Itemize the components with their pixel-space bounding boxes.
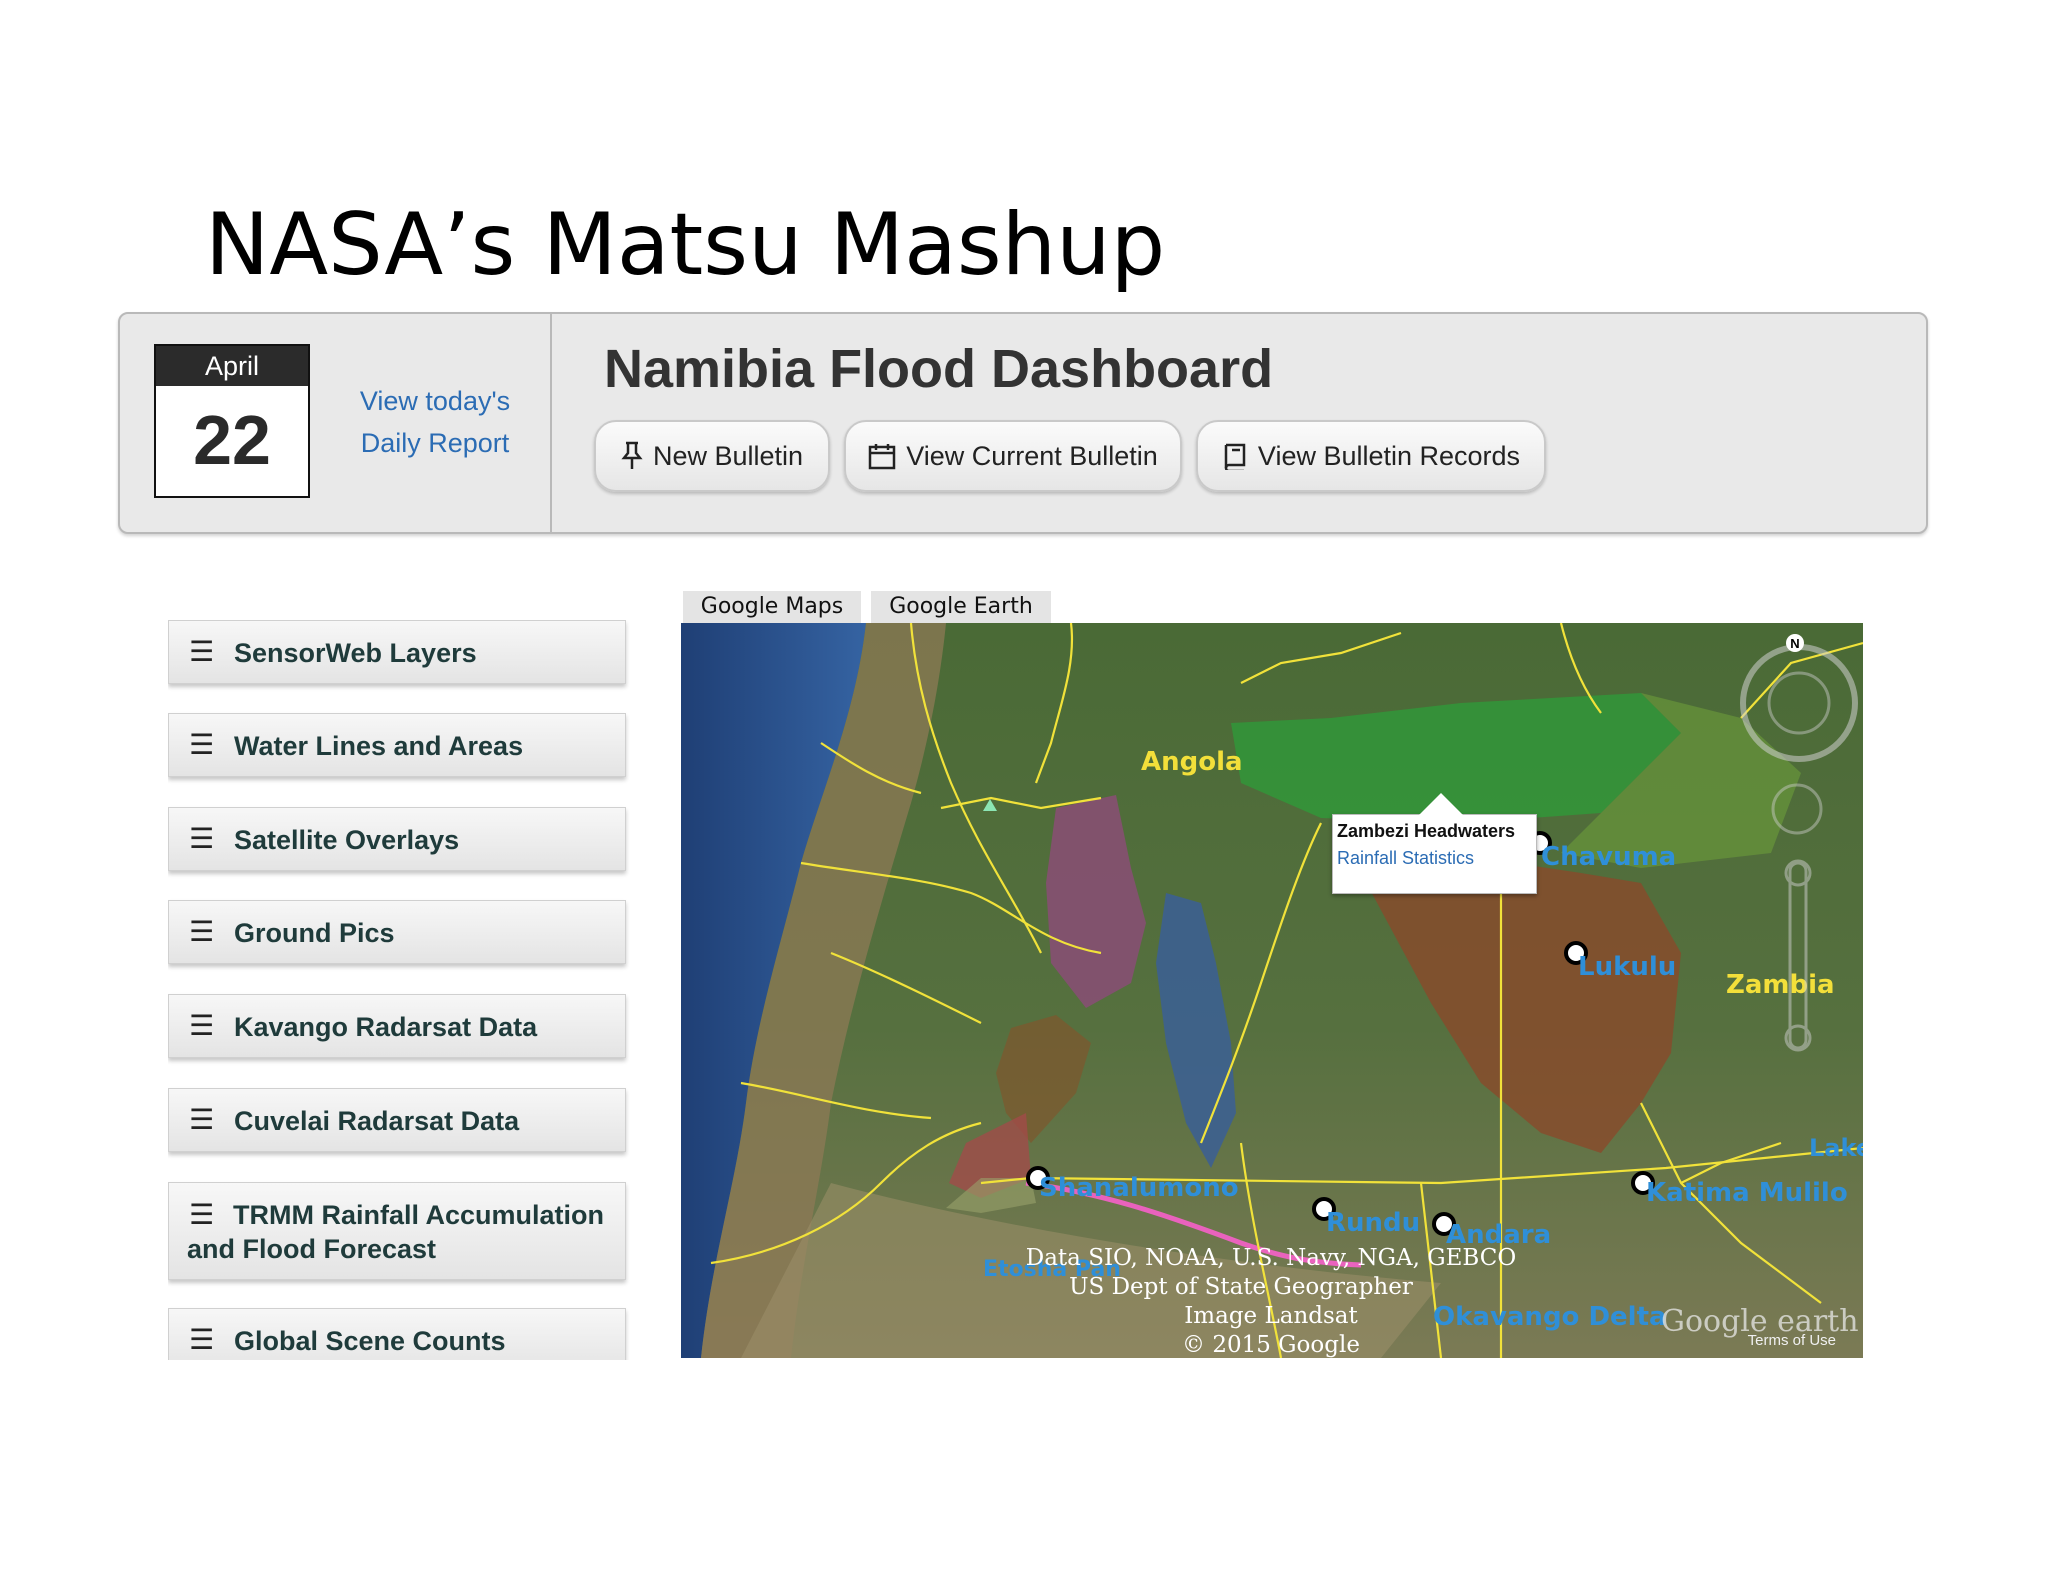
menu-icon: ☰ bbox=[189, 636, 215, 667]
terms-of-use-link[interactable]: Terms of Use bbox=[1748, 1332, 1836, 1349]
pin-icon bbox=[621, 441, 643, 471]
rainfall-statistics-link[interactable]: Rainfall Statistics bbox=[1337, 848, 1532, 869]
attribution-line-3: Image Landsat bbox=[1184, 1303, 1358, 1329]
map-label-zambia: Zambia bbox=[1726, 970, 1835, 1000]
map-label-lukulu: Lukulu bbox=[1578, 952, 1676, 982]
sidebar-item-label: Cuvelai Radarsat Data bbox=[234, 1106, 520, 1136]
sidebar-item-label: Global Scene Counts bbox=[234, 1326, 506, 1356]
header-divider bbox=[550, 314, 552, 532]
sidebar-item-kavango-radarsat[interactable]: ☰ Kavango Radarsat Data bbox=[168, 994, 626, 1058]
dashboard-title: Namibia Flood Dashboard bbox=[604, 339, 1274, 399]
sidebar-item-label: TRMM Rainfall Accumulation and Flood For… bbox=[187, 1200, 605, 1264]
north-indicator: N bbox=[1790, 636, 1799, 651]
tab-google-maps[interactable]: Google Maps bbox=[683, 591, 861, 623]
sidebar-item-label: Kavango Radarsat Data bbox=[234, 1012, 538, 1042]
map-label-okavango-delta: Okavango Delta bbox=[1433, 1302, 1667, 1332]
map-label-lake: Lake bbox=[1809, 1134, 1863, 1162]
sidebar-item-label: Ground Pics bbox=[234, 918, 395, 948]
view-bulletin-records-label: View Bulletin Records bbox=[1257, 440, 1521, 471]
sidebar-item-label: SensorWeb Layers bbox=[234, 638, 477, 668]
calendar-icon bbox=[868, 442, 896, 470]
map-label-rundu: Rundu bbox=[1326, 1208, 1420, 1238]
tab-google-earth[interactable]: Google Earth bbox=[871, 591, 1051, 623]
book-icon bbox=[1222, 442, 1248, 470]
menu-icon: ☰ bbox=[189, 823, 215, 854]
menu-icon: ☰ bbox=[189, 1104, 215, 1135]
date-calendar: April 22 bbox=[154, 344, 310, 498]
sidebar-item-trmm-rainfall[interactable]: ☰ TRMM Rainfall Accumulation and Flood F… bbox=[168, 1182, 626, 1280]
new-bulletin-label: New Bulletin bbox=[652, 440, 804, 471]
slide-title: NASA’s Matsu Mashup bbox=[205, 195, 1166, 295]
sidebar-item-sensorweb-layers[interactable]: ☰ SensorWeb Layers bbox=[168, 620, 626, 684]
map-info-popup: Zambezi Headwaters Rainfall Statistics bbox=[1332, 793, 1537, 894]
menu-icon: ☰ bbox=[189, 1010, 215, 1041]
attribution-line-2: US Dept of State Geographer bbox=[1069, 1274, 1413, 1300]
popup-title: Zambezi Headwaters bbox=[1337, 821, 1516, 841]
menu-icon: ☰ bbox=[189, 916, 215, 947]
sidebar-item-cuvelai-radarsat[interactable]: ☰ Cuvelai Radarsat Data bbox=[168, 1088, 626, 1152]
view-bulletin-records-button[interactable]: View Bulletin Records bbox=[1196, 420, 1546, 492]
view-current-bulletin-button[interactable]: View Current Bulletin bbox=[844, 420, 1182, 492]
menu-icon: ☰ bbox=[189, 729, 215, 760]
map-canvas[interactable]: Angola Zambia Chavuma Lukulu Shanalumono… bbox=[681, 623, 1863, 1358]
sidebar-item-water-lines[interactable]: ☰ Water Lines and Areas bbox=[168, 713, 626, 777]
sidebar-item-ground-pics[interactable]: ☰ Ground Pics bbox=[168, 900, 626, 964]
map-label-angola: Angola bbox=[1141, 747, 1243, 777]
map-view[interactable]: Angola Zambia Chavuma Lukulu Shanalumono… bbox=[681, 623, 1863, 1358]
sidebar-item-label: Satellite Overlays bbox=[234, 825, 460, 855]
view-current-bulletin-label: View Current Bulletin bbox=[906, 440, 1158, 471]
daily-report-link[interactable]: View today's Daily Report bbox=[340, 380, 530, 464]
attribution-line-1: Data SIO, NOAA, U.S. Navy, NGA, GEBCO bbox=[1026, 1245, 1516, 1271]
menu-icon: ☰ bbox=[189, 1324, 215, 1355]
layer-sidebar: ☰ SensorWeb Layers ☰ Water Lines and Are… bbox=[168, 620, 630, 1360]
dashboard-header: April 22 View today's Daily Report Namib… bbox=[118, 312, 1928, 534]
calendar-day: 22 bbox=[193, 401, 271, 479]
sidebar-item-global-scene-counts[interactable]: ☰ Global Scene Counts bbox=[168, 1308, 626, 1360]
attribution-line-4: © 2015 Google bbox=[1182, 1332, 1360, 1358]
calendar-month: April bbox=[156, 346, 308, 386]
new-bulletin-button[interactable]: New Bulletin bbox=[594, 420, 830, 492]
map-label-chavuma: Chavuma bbox=[1541, 842, 1676, 872]
sidebar-item-label: Water Lines and Areas bbox=[234, 731, 524, 761]
sidebar-item-satellite-overlays[interactable]: ☰ Satellite Overlays bbox=[168, 807, 626, 871]
map-label-shanalumono: Shanalumono bbox=[1039, 1173, 1239, 1203]
map-label-katima-mulilo: Katima Mulilo bbox=[1646, 1178, 1848, 1208]
